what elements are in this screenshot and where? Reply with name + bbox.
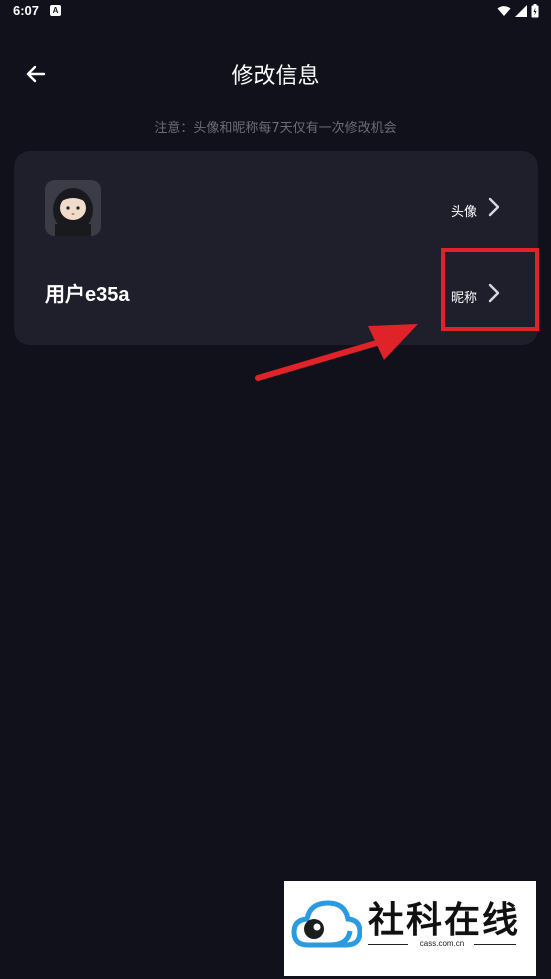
notice-text: 注意：头像和昵称每7天仅有一次修改机会 <box>154 121 397 136</box>
status-time: 6:07 <box>13 3 40 18</box>
status-right <box>497 4 539 18</box>
signal-icon <box>515 5 527 17</box>
avatar <box>45 180 101 236</box>
header: 修改信息 <box>0 44 551 100</box>
avatar-row-label: 头像 <box>451 205 478 220</box>
watermark-title: 社科在线 <box>368 900 521 941</box>
page-title: 修改信息 <box>231 64 320 89</box>
app-notification-icon: A <box>50 5 61 16</box>
avatar-image <box>45 180 101 236</box>
annotation-arrow-icon <box>255 324 418 381</box>
annotation-highlight-box <box>441 248 539 331</box>
status-bar: 6:07 A <box>0 0 551 24</box>
battery-icon <box>531 4 539 18</box>
watermark: 社科在线 cass.com.cn <box>284 881 536 976</box>
screen: 6:07 A 修改信息 注意：头像和昵称每7天仅有一次修改机会 头像 用户e35… <box>0 0 551 979</box>
watermark-divider <box>474 944 516 945</box>
username: 用户e35a <box>45 284 130 306</box>
chevron-right-icon <box>488 197 500 217</box>
cloud-logo-icon <box>291 900 362 948</box>
wifi-icon <box>497 6 511 16</box>
